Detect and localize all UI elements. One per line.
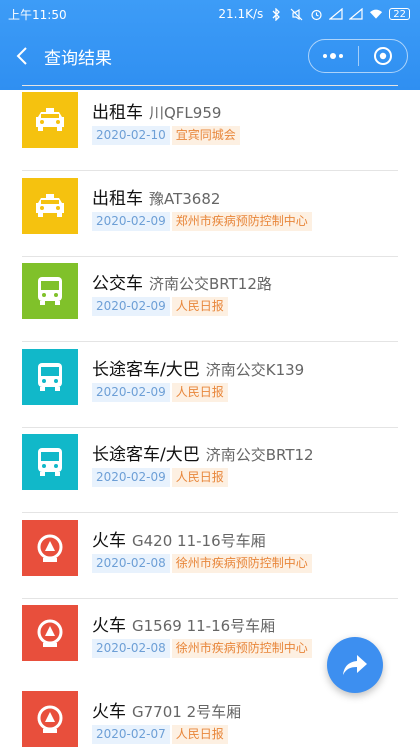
list-item[interactable]: 长途客车/大巴 济南公交BRT12 2020-02-09 人民日报 xyxy=(22,342,398,490)
vehicle-number: G7701 2号车厢 xyxy=(132,702,242,721)
record-tags: 2020-02-07 人民日报 xyxy=(92,724,228,744)
share-arrow-icon xyxy=(343,655,367,675)
source-tag: 人民日报 xyxy=(171,724,228,744)
list-item[interactable]: 出租车 豫AT3682 2020-02-09 郑州市疾病预防控制中心 xyxy=(22,86,398,234)
share-button[interactable] xyxy=(327,637,383,693)
list-item[interactable]: 火车 G1569 11-16号车厢 2020-02-08 徐州市疾病预防控制中心 xyxy=(22,513,398,661)
list-item[interactable]: 火车 G420 11-16号车厢 2020-02-08 徐州市疾病预防控制中心 xyxy=(22,428,398,576)
list-item[interactable]: 长途客车/大巴 济南公交K139 2020-02-09 人民日报 xyxy=(22,257,398,405)
list-item[interactable]: 出租车 川QFL959 2020-02-10 宜宾同城会 xyxy=(22,0,398,148)
vehicle-type: 火车 xyxy=(92,701,126,722)
record-title: 火车 G7701 2号车厢 xyxy=(92,697,241,722)
train-icon xyxy=(22,690,78,747)
date-tag: 2020-02-07 xyxy=(92,724,170,744)
list-item[interactable]: 公交车 济南公交BRT12路 2020-02-09 人民日报 xyxy=(22,171,398,319)
